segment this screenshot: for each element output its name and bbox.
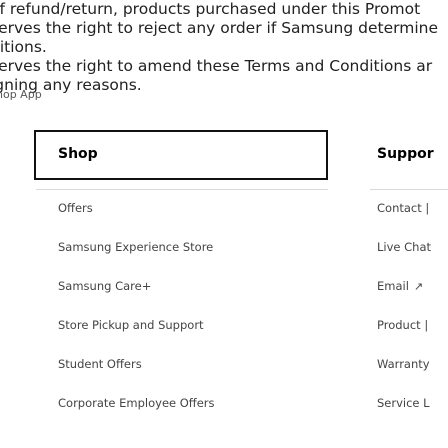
terms-line: ditions. (0, 38, 47, 56)
terms-line: serves the right to reject any order if … (0, 19, 438, 37)
terms-line: of refund/return, products purchased und… (0, 0, 421, 18)
support-divider (370, 189, 448, 190)
shop-section-header[interactable]: Shop (58, 146, 98, 162)
terms-line: serves the right to amend these Terms an… (0, 57, 433, 75)
terms-conditions-text: of refund/return, products purchased und… (0, 0, 448, 95)
shop-app-link[interactable]: hop App (0, 88, 42, 101)
support-link-email[interactable]: Email ↗ (377, 278, 448, 317)
terms-line: igning any reasons. (0, 76, 142, 94)
support-links: Contact | Live Chat Email ↗ Product | War… (377, 200, 448, 434)
shop-link-experience-store[interactable]: Samsung Experience Store (58, 239, 318, 278)
support-link-product[interactable]: Product | (377, 317, 448, 356)
shop-divider (36, 189, 328, 190)
shop-links: Offers Samsung Experience Store Samsung … (58, 200, 318, 434)
support-section-header[interactable]: Suppor (377, 146, 434, 162)
page: of refund/return, products purchased und… (0, 0, 448, 448)
external-link-icon: ↗ (413, 280, 424, 293)
shop-link-store-pickup[interactable]: Store Pickup and Support (58, 317, 318, 356)
shop-link-samsung-care[interactable]: Samsung Care+ (58, 278, 318, 317)
support-link-service[interactable]: Service L (377, 395, 448, 434)
shop-link-offers[interactable]: Offers (58, 200, 318, 239)
support-link-live-chat[interactable]: Live Chat (377, 239, 448, 278)
support-link-warranty[interactable]: Warranty (377, 356, 448, 395)
support-link-contact[interactable]: Contact | (377, 200, 448, 239)
shop-link-corporate-offers[interactable]: Corporate Employee Offers (58, 395, 318, 434)
shop-link-student-offers[interactable]: Student Offers (58, 356, 318, 395)
support-link-email-label: Email (377, 279, 409, 293)
